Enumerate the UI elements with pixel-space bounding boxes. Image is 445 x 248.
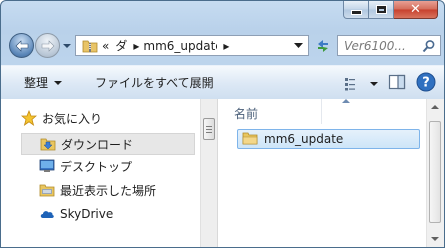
organize-button[interactable]: 整理: [24, 74, 63, 91]
close-icon: ✕: [410, 2, 421, 17]
breadcrumb-overflow[interactable]: «: [102, 39, 109, 53]
search-placeholder: Ver6100...: [344, 38, 406, 53]
breadcrumb-downloads[interactable]: ダ: [115, 37, 127, 54]
help-button[interactable]: ?: [416, 72, 436, 95]
back-arrow-icon: [15, 39, 28, 52]
minimize-icon: [350, 10, 362, 15]
zip-folder-icon: [82, 40, 98, 52]
command-bar: 整理 ファイルをすべて展開 ?: [1, 65, 444, 100]
nav-label: ダウンロード: [61, 137, 134, 152]
nav-downloads[interactable]: ダウンロード: [21, 133, 195, 155]
chevron-down-icon: [63, 44, 71, 48]
nav-favorites[interactable]: お気に入り: [21, 107, 102, 129]
help-icon: ?: [416, 72, 436, 92]
nav-label: SkyDrive: [60, 207, 114, 221]
maximize-icon: [375, 5, 387, 14]
extract-all-label: ファイルをすべて展開: [95, 76, 214, 90]
nav-skydrive[interactable]: SkyDrive: [39, 203, 113, 225]
breadcrumb-separator[interactable]: ▸: [133, 39, 139, 53]
scroll-thumb[interactable]: [429, 121, 441, 223]
explorer-window: ✕ « ダ ▸ mm6_update ▸ Ver6100... 整理 ファイルを…: [0, 0, 445, 248]
downloads-folder-icon: [40, 136, 56, 152]
desktop-icon: [39, 158, 55, 174]
chevron-down-icon: [370, 81, 378, 86]
caption-buttons: ✕: [343, 1, 438, 19]
navigation-bar: « ダ ▸ mm6_update ▸ Ver6100...: [9, 31, 441, 61]
search-icon[interactable]: [422, 39, 436, 53]
file-list: 名前 mm6_update: [218, 99, 444, 247]
help-label: ?: [422, 76, 430, 91]
preview-pane-button[interactable]: [388, 74, 406, 93]
nav-label: お気に入り: [42, 111, 103, 126]
navigation-pane: お気に入り ダウンロード デスクトップ 最近表示した場所 SkyDrive: [1, 99, 200, 247]
refresh-icon: [318, 39, 328, 52]
recent-pages-dropdown[interactable]: [62, 40, 72, 50]
chevron-down-icon: [54, 80, 63, 85]
preview-pane-icon: [388, 74, 406, 90]
recent-places-icon: [39, 182, 55, 198]
view-details-icon: [345, 77, 355, 90]
forward-button[interactable]: [35, 33, 60, 58]
change-view-button[interactable]: [344, 77, 378, 91]
column-header-name[interactable]: 名前: [234, 105, 258, 122]
breadcrumb-mm6-update[interactable]: mm6_update: [143, 39, 217, 53]
skydrive-icon: [39, 206, 55, 222]
nav-recent-places[interactable]: 最近表示した場所: [39, 179, 156, 201]
scroll-down-icon[interactable]: [431, 237, 439, 241]
extract-all-button[interactable]: ファイルをすべて展開: [95, 74, 214, 91]
view-controls: ?: [334, 72, 436, 95]
organize-label: 整理: [24, 76, 49, 90]
star-icon: [21, 110, 37, 126]
search-box[interactable]: Ver6100...: [337, 35, 441, 56]
content-area: お気に入り ダウンロード デスクトップ 最近表示した場所 SkyDrive 名前…: [1, 99, 444, 247]
refresh-button[interactable]: [311, 35, 335, 56]
folder-icon: [242, 130, 258, 149]
nav-desktop[interactable]: デスクトップ: [39, 155, 132, 177]
address-history-icon[interactable]: [294, 42, 303, 49]
scroll-thumb[interactable]: [203, 118, 215, 140]
nav-label: 最近表示した場所: [60, 183, 157, 198]
breadcrumb-separator-end[interactable]: ▸: [223, 39, 229, 53]
file-list-scrollbar[interactable]: [426, 99, 444, 247]
minimize-button[interactable]: [343, 1, 369, 19]
close-button[interactable]: ✕: [394, 1, 438, 19]
navigation-scrollbar[interactable]: [200, 99, 218, 247]
forward-arrow-icon: [41, 39, 54, 52]
sort-ascending-icon: [342, 99, 350, 103]
address-bar[interactable]: « ダ ▸ mm6_update ▸: [75, 35, 309, 56]
file-name: mm6_update: [264, 132, 344, 146]
nav-label: デスクトップ: [60, 159, 133, 174]
scroll-up-icon[interactable]: [431, 105, 439, 109]
column-separator[interactable]: [321, 99, 322, 124]
maximize-button[interactable]: [369, 1, 394, 19]
file-item[interactable]: mm6_update: [237, 129, 420, 149]
back-button[interactable]: [9, 33, 34, 58]
